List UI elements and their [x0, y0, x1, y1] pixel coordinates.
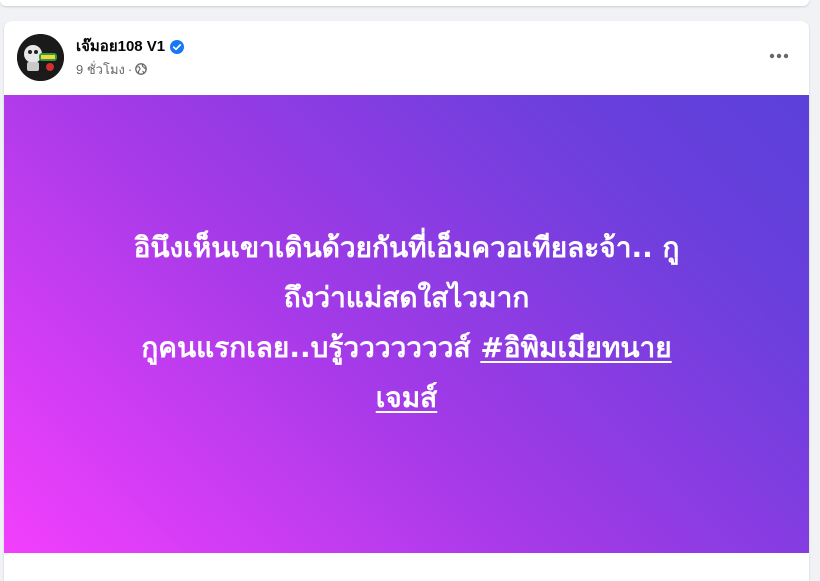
status-line-3-text: กูคนแรกเลย..บรู้วววววววส์ [141, 331, 481, 364]
post-meta: 9 ชั่วโมง · [76, 59, 148, 80]
meta-separator: · [127, 61, 133, 77]
status-line-2: ถึงว่าแม่สดใสไวมาก [283, 281, 530, 314]
author-name[interactable]: เจ๊มอย108 V1 [76, 34, 165, 58]
hashtag-link-part2[interactable]: เจมส์ [376, 381, 438, 414]
author-line: เจ๊มอย108 V1 [76, 34, 185, 58]
avatar-image [17, 34, 64, 81]
post-footer [4, 553, 809, 581]
post-timestamp[interactable]: 9 ชั่วโมง [76, 59, 125, 80]
post-header: เจ๊มอย108 V1 9 ชั่วโมง · [4, 21, 809, 95]
status-line-4: เจมส์ [47, 373, 767, 423]
globe-icon[interactable] [135, 63, 148, 75]
status-line-3: กูคนแรกเลย..บรู้วววววววส์ #อิพิมเมียทนาย [47, 323, 767, 373]
status-line-1: อินึงเห็นเขาเดินด้วยกันที่เอ็มควอเทียละจ… [133, 231, 680, 264]
feed-post: เจ๊มอย108 V1 9 ชั่วโมง · อินึงเห็นเขาเดิ… [4, 21, 809, 581]
previous-post-card-edge [0, 0, 809, 6]
more-options-icon [769, 53, 789, 59]
author-avatar[interactable] [17, 34, 64, 81]
more-options-button[interactable] [761, 38, 797, 74]
verified-badge-icon [170, 39, 185, 54]
status-background: อินึงเห็นเขาเดินด้วยกันที่เอ็มควอเทียละจ… [4, 95, 809, 553]
hashtag-link-part1[interactable]: #อิพิมเมียทนาย [480, 331, 671, 364]
status-text: อินึงเห็นเขาเดินด้วยกันที่เอ็มควอเทียละจ… [47, 223, 767, 423]
